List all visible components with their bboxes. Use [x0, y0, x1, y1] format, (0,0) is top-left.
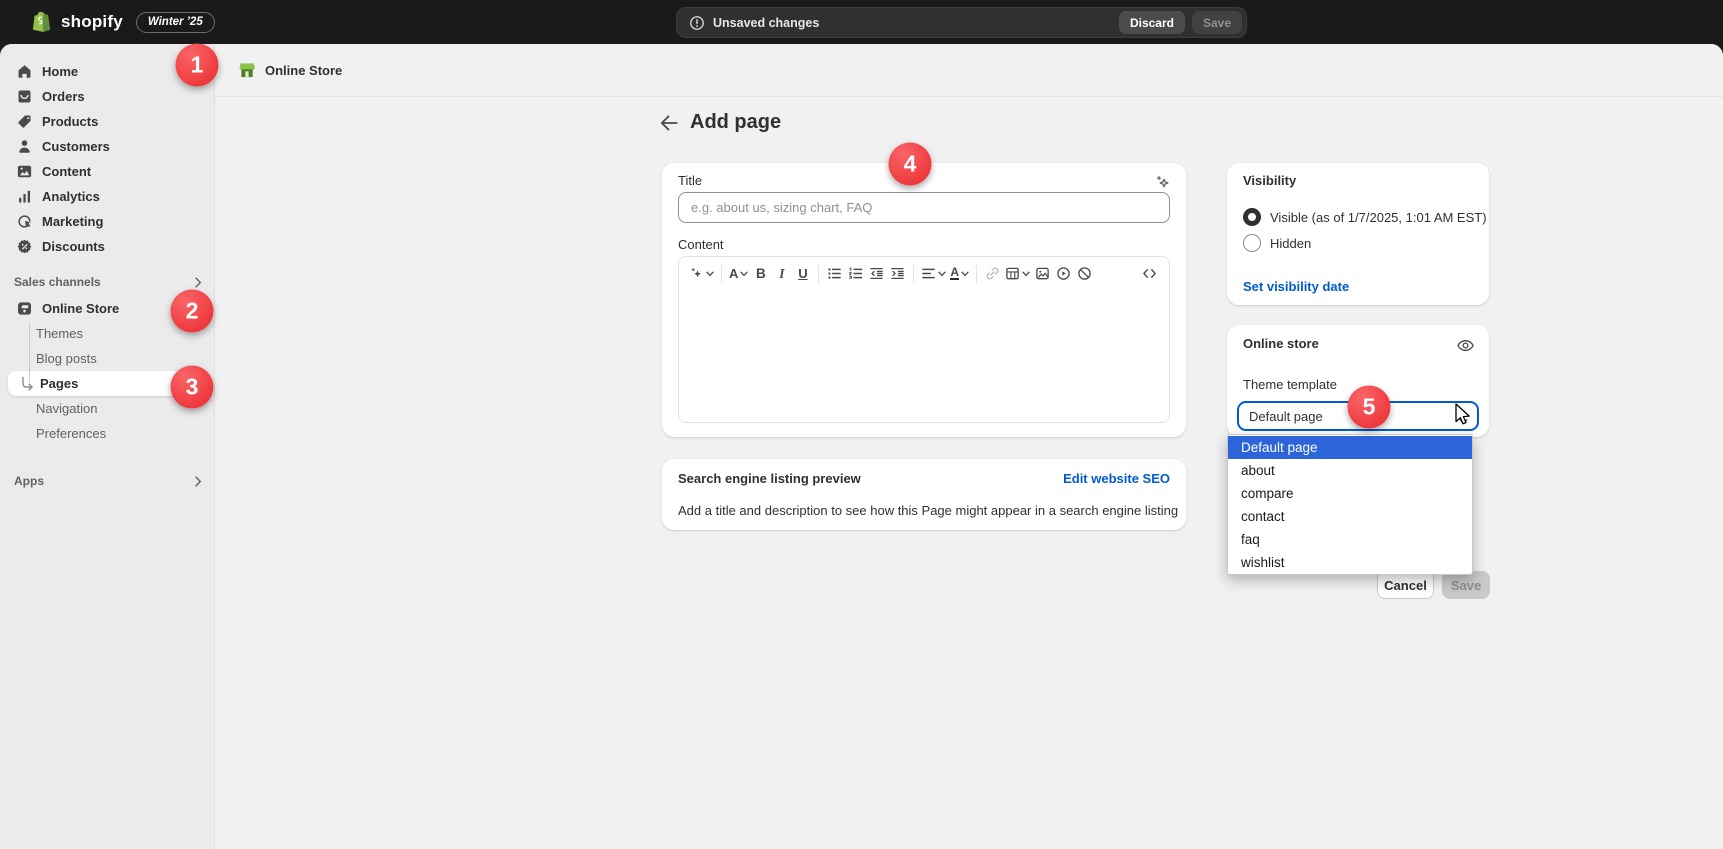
set-visibility-date-link[interactable]: Set visibility date — [1243, 279, 1349, 294]
shopify-wordmark: shopify — [61, 12, 123, 32]
editor-content-area[interactable] — [679, 290, 1169, 422]
theme-template-label: Theme template — [1243, 377, 1337, 392]
seo-heading: Search engine listing preview — [678, 471, 861, 486]
main-body: Add page Title Content — [215, 97, 1723, 848]
main-area: Online Store Add page Title — [215, 44, 1723, 849]
discounts-icon — [14, 238, 34, 256]
winter-25-badge: Winter ’25 — [136, 12, 215, 33]
code-icon[interactable] — [1139, 262, 1160, 286]
shopify-logo-icon — [28, 9, 54, 35]
chevron-right-icon — [195, 277, 202, 288]
save-button-top[interactable]: Save — [1192, 11, 1242, 34]
visibility-card: Visibility Visible (as of 1/7/2025, 1:01… — [1227, 163, 1489, 305]
orders-icon — [14, 88, 34, 106]
radio-selected-icon — [1243, 208, 1261, 226]
save-button[interactable]: Save — [1442, 571, 1490, 599]
shopify-admin: shopify Winter ’25 Unsaved changes Disca… — [0, 0, 1723, 849]
radio-hidden[interactable]: Hidden — [1243, 234, 1311, 252]
sales-channels-header[interactable]: Sales channels — [14, 271, 202, 293]
sidebar-item-content[interactable]: Content — [8, 159, 206, 184]
numbered-list-icon[interactable] — [845, 262, 866, 286]
title-input[interactable] — [678, 192, 1170, 223]
annotation-badge-3: 3 — [171, 366, 214, 409]
dropdown-option-wishlist[interactable]: wishlist — [1228, 551, 1472, 574]
eye-icon[interactable] — [1456, 336, 1475, 355]
sidebar: Home Orders Products Customers Content — [0, 44, 215, 849]
visibility-heading: Visibility — [1243, 173, 1296, 188]
table-icon[interactable] — [1003, 262, 1032, 286]
unsaved-changes-bar: Unsaved changes Discard Save — [676, 7, 1247, 38]
seo-card: Search engine listing preview Edit websi… — [662, 459, 1186, 530]
annotation-badge-4: 4 — [889, 143, 932, 186]
surface: Home Orders Products Customers Content — [0, 44, 1723, 849]
align-icon[interactable] — [919, 262, 948, 286]
sidebar-item-discounts[interactable]: Discounts — [8, 234, 206, 259]
nav-connector-line — [29, 322, 30, 382]
dropdown-option-faq[interactable]: faq — [1228, 528, 1472, 551]
sidebar-item-customers[interactable]: Customers — [8, 134, 206, 159]
radio-visible[interactable]: Visible (as of 1/7/2025, 1:01 AM EST) — [1243, 208, 1487, 226]
page-title: Add page — [690, 111, 781, 134]
topbar: shopify Winter ’25 Unsaved changes Disca… — [0, 0, 1723, 44]
content-header-title: Online Store — [265, 63, 342, 78]
rich-text-editor: A B I U — [678, 256, 1170, 423]
text-color-icon[interactable]: A — [948, 262, 971, 286]
alert-circle-icon — [689, 15, 705, 31]
content-header: Online Store — [215, 44, 1723, 97]
brand: shopify Winter ’25 — [28, 9, 215, 35]
theme-template-dropdown: Default page about compare contact faq w… — [1227, 434, 1473, 575]
title-label: Title — [678, 173, 702, 188]
marketing-icon — [14, 213, 34, 231]
back-arrow-icon[interactable] — [658, 112, 680, 134]
sidebar-item-blog-posts[interactable]: Blog posts — [8, 346, 206, 371]
dropdown-option-contact[interactable]: contact — [1228, 505, 1472, 528]
sidebar-item-preferences[interactable]: Preferences — [8, 421, 206, 446]
green-storefront-icon — [237, 60, 257, 80]
products-tag-icon — [14, 113, 34, 131]
dropdown-option-default-page[interactable]: Default page — [1228, 436, 1472, 459]
video-icon[interactable] — [1053, 262, 1074, 286]
italic-icon[interactable]: I — [771, 262, 792, 286]
clear-formatting-icon[interactable] — [1074, 262, 1095, 286]
content-label: Content — [678, 237, 724, 252]
content-icon — [14, 163, 34, 181]
shopify-magic-icon[interactable] — [1154, 174, 1172, 192]
cancel-button[interactable]: Cancel — [1377, 571, 1434, 599]
seo-description: Add a title and description to see how t… — [678, 503, 1178, 518]
annotation-badge-1: 1 — [176, 44, 219, 87]
text-style-icon[interactable]: A — [727, 262, 750, 286]
bold-icon[interactable]: B — [750, 262, 771, 286]
mouse-cursor-icon — [1452, 403, 1474, 429]
dropdown-option-compare[interactable]: compare — [1228, 482, 1472, 505]
customers-icon — [14, 138, 34, 156]
title-content-card: Title Content — [662, 163, 1186, 437]
indent-icon[interactable] — [887, 262, 908, 286]
sidebar-item-products[interactable]: Products — [8, 109, 206, 134]
sidebar-item-orders[interactable]: Orders — [8, 84, 206, 109]
chevron-right-icon — [195, 476, 202, 487]
bullet-list-icon[interactable] — [824, 262, 845, 286]
dropdown-option-about[interactable]: about — [1228, 459, 1472, 482]
annotation-badge-5: 5 — [1348, 386, 1391, 429]
outdent-icon[interactable] — [866, 262, 887, 286]
magic-icon[interactable] — [688, 262, 716, 286]
edit-website-seo-link[interactable]: Edit website SEO — [1063, 471, 1170, 486]
image-icon[interactable] — [1032, 262, 1053, 286]
elbow-arrow-icon — [20, 376, 35, 391]
underline-icon[interactable]: U — [792, 262, 813, 286]
editor-toolbar: A B I U — [679, 257, 1169, 290]
discard-button[interactable]: Discard — [1119, 11, 1185, 34]
sidebar-item-marketing[interactable]: Marketing — [8, 209, 206, 234]
analytics-icon — [14, 188, 34, 206]
home-icon — [14, 63, 34, 81]
link-icon[interactable] — [982, 262, 1003, 286]
radio-unselected-icon — [1243, 234, 1261, 252]
online-store-heading: Online store — [1243, 336, 1319, 351]
apps-header[interactable]: Apps — [14, 470, 202, 492]
sidebar-item-analytics[interactable]: Analytics — [8, 184, 206, 209]
storefront-icon — [14, 300, 34, 318]
unsaved-changes-text: Unsaved changes — [713, 16, 819, 30]
annotation-badge-2: 2 — [171, 290, 214, 333]
